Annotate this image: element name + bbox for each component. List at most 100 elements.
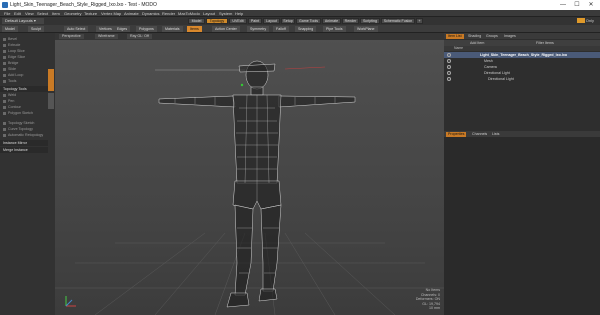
tab-schematic-fusion[interactable]: Schematic Fusion <box>381 18 415 24</box>
tab-paint[interactable]: Paint <box>248 18 262 24</box>
tool-edge-slice[interactable]: Edge Slice <box>2 55 44 60</box>
polygons-button[interactable]: Polygons <box>136 26 157 32</box>
light-marker <box>240 83 244 87</box>
menu-select[interactable]: Select <box>37 11 48 16</box>
tab-layout[interactable]: Layout <box>263 18 280 24</box>
tab-animate[interactable]: Animate <box>322 18 341 24</box>
pipe-tools-button[interactable]: Pipe Tools <box>323 26 346 32</box>
wireframe-scene <box>55 60 444 315</box>
tool-panel: Bevel Extrude Loop Slice Edge Slice Brid… <box>0 33 55 315</box>
close-button[interactable]: ✕ <box>584 1 598 9</box>
right-panel: Item List Shading Groups Images Add Item… <box>444 33 600 315</box>
viewport-3d[interactable]: Perspective Wireframe Ray GL: Off No Ite… <box>55 33 444 315</box>
tool-contour[interactable]: Contour <box>2 105 44 110</box>
menu-maxtomodo[interactable]: MaxToModo <box>178 11 200 16</box>
visibility-eye-icon[interactable] <box>447 77 451 81</box>
menu-view[interactable]: View <box>25 11 34 16</box>
accent-swatch[interactable] <box>576 18 585 24</box>
tab-groups[interactable]: Groups <box>484 34 500 39</box>
layout-right-info: Only <box>576 18 594 24</box>
only-label[interactable]: Only <box>586 18 594 23</box>
maximize-button[interactable]: ☐ <box>570 1 584 9</box>
info-units: 10 mm <box>429 306 440 311</box>
menu-render[interactable]: Render <box>162 11 175 16</box>
tab-properties[interactable]: Properties <box>446 132 467 137</box>
tab-game-tools[interactable]: Game Tools <box>296 18 321 24</box>
tool-curve-topology[interactable]: Curve Topology <box>2 127 44 132</box>
visibility-eye-icon[interactable] <box>447 71 451 75</box>
tool-pen[interactable]: Pen <box>2 99 44 104</box>
tab-uvedit[interactable]: UVEdit <box>229 18 247 24</box>
menu-edit[interactable]: Edit <box>14 11 21 16</box>
window-titlebar: Light_Skin_Teenager_Beach_Style_Rigged_l… <box>0 0 600 10</box>
section-instance-mirror[interactable]: Instance Mirror <box>0 140 48 146</box>
tool-tools[interactable]: Tools <box>2 79 44 84</box>
menu-system[interactable]: System <box>219 11 232 16</box>
vtab-tools[interactable] <box>48 69 54 91</box>
tab-lists[interactable]: Lists <box>490 132 501 137</box>
tool-bevel[interactable]: Bevel <box>2 37 44 42</box>
menu-layout[interactable]: Layout <box>203 11 215 16</box>
menu-bar: File Edit View Select Item Geometry Text… <box>0 10 600 17</box>
tool-slide[interactable]: Slide <box>2 67 44 72</box>
menu-texture[interactable]: Texture <box>84 11 97 16</box>
action-center-button[interactable]: Action Center <box>212 26 240 32</box>
section-topology-tools[interactable]: Topology Tools <box>0 86 48 92</box>
tab-channels[interactable]: Channels <box>470 132 489 137</box>
auto-select-button[interactable]: Auto Select <box>64 26 89 32</box>
vertices-button[interactable]: Vertices <box>96 26 115 32</box>
section-merge-instance[interactable]: Merge Instance <box>0 147 48 153</box>
modo-app-icon <box>2 2 8 8</box>
menu-vertex-map[interactable]: Vertex Map <box>101 11 121 16</box>
symmetry-button[interactable]: Symmetry <box>247 26 270 32</box>
snapping-button[interactable]: Snapping <box>295 26 317 32</box>
layouts-dropdown[interactable]: Default Layouts ▾ <box>2 18 44 24</box>
tab-topology[interactable]: Topology <box>206 18 228 24</box>
tool-weld[interactable]: Weld <box>2 93 44 98</box>
materials-button[interactable]: Materials <box>162 26 183 32</box>
tab-shading[interactable]: Shading <box>466 34 483 39</box>
falloff-button[interactable]: Falloff <box>273 26 289 32</box>
vertical-tabs <box>48 69 54 129</box>
tab-setup[interactable]: Setup <box>281 18 295 24</box>
name-column-header[interactable]: Name <box>444 46 600 51</box>
tab-item-list[interactable]: Item List <box>446 34 464 39</box>
sculpt-mode-button[interactable]: Sculpt <box>28 26 44 32</box>
add-item-button[interactable]: Add Item <box>470 41 484 45</box>
tool-bridge[interactable]: Bridge <box>2 61 44 66</box>
filter-items-button[interactable]: Filter Items <box>536 41 554 45</box>
tab-images[interactable]: Images <box>502 34 518 39</box>
menu-animate[interactable]: Animate <box>124 11 139 16</box>
main-toolbar: Model Sculpt Auto Select Vertices Edges … <box>0 25 600 33</box>
vtab-modifiers[interactable] <box>48 93 54 109</box>
layout-bar: Default Layouts ▾ Model Topology UVEdit … <box>0 17 600 25</box>
tab-render[interactable]: Render <box>342 18 359 24</box>
tab-model[interactable]: Model <box>188 18 205 24</box>
workplane-button[interactable]: WorkPlane <box>354 26 378 32</box>
items-button[interactable]: Items <box>187 26 202 32</box>
tool-topology-sketch[interactable]: Topology Sketch <box>2 121 44 126</box>
tab-scripting[interactable]: Scripting <box>360 18 380 24</box>
visibility-eye-icon[interactable] <box>447 59 451 63</box>
model-mode-button[interactable]: Model <box>2 26 18 32</box>
tool-extrude[interactable]: Extrude <box>2 43 44 48</box>
tool-add-loop[interactable]: Add Loop <box>2 73 44 78</box>
properties-tabbar <box>444 131 600 137</box>
tool-loop-slice[interactable]: Loop Slice <box>2 49 44 54</box>
x-axis-guide <box>284 66 326 70</box>
menu-help[interactable]: Help <box>235 11 243 16</box>
tool-automatic-retopology[interactable]: Automatic Retopology <box>2 133 44 138</box>
menu-geometry[interactable]: Geometry <box>64 11 82 16</box>
edges-button[interactable]: Edges <box>114 26 131 32</box>
visibility-eye-icon[interactable] <box>447 53 451 57</box>
properties-panel: Properties Channels Lists <box>444 131 600 315</box>
window-title: Light_Skin_Teenager_Beach_Style_Rigged_l… <box>10 2 157 8</box>
tool-polygon-sketch[interactable]: Polygon Sketch <box>2 111 44 116</box>
menu-file[interactable]: File <box>4 11 10 16</box>
menu-dynamics[interactable]: Dynamics <box>142 11 160 16</box>
add-tab-button[interactable]: + <box>416 18 423 24</box>
visibility-eye-icon[interactable] <box>447 65 451 69</box>
menu-item[interactable]: Item <box>52 11 60 16</box>
list-item[interactable]: Directional Light <box>444 76 600 82</box>
minimize-button[interactable]: — <box>556 1 570 9</box>
